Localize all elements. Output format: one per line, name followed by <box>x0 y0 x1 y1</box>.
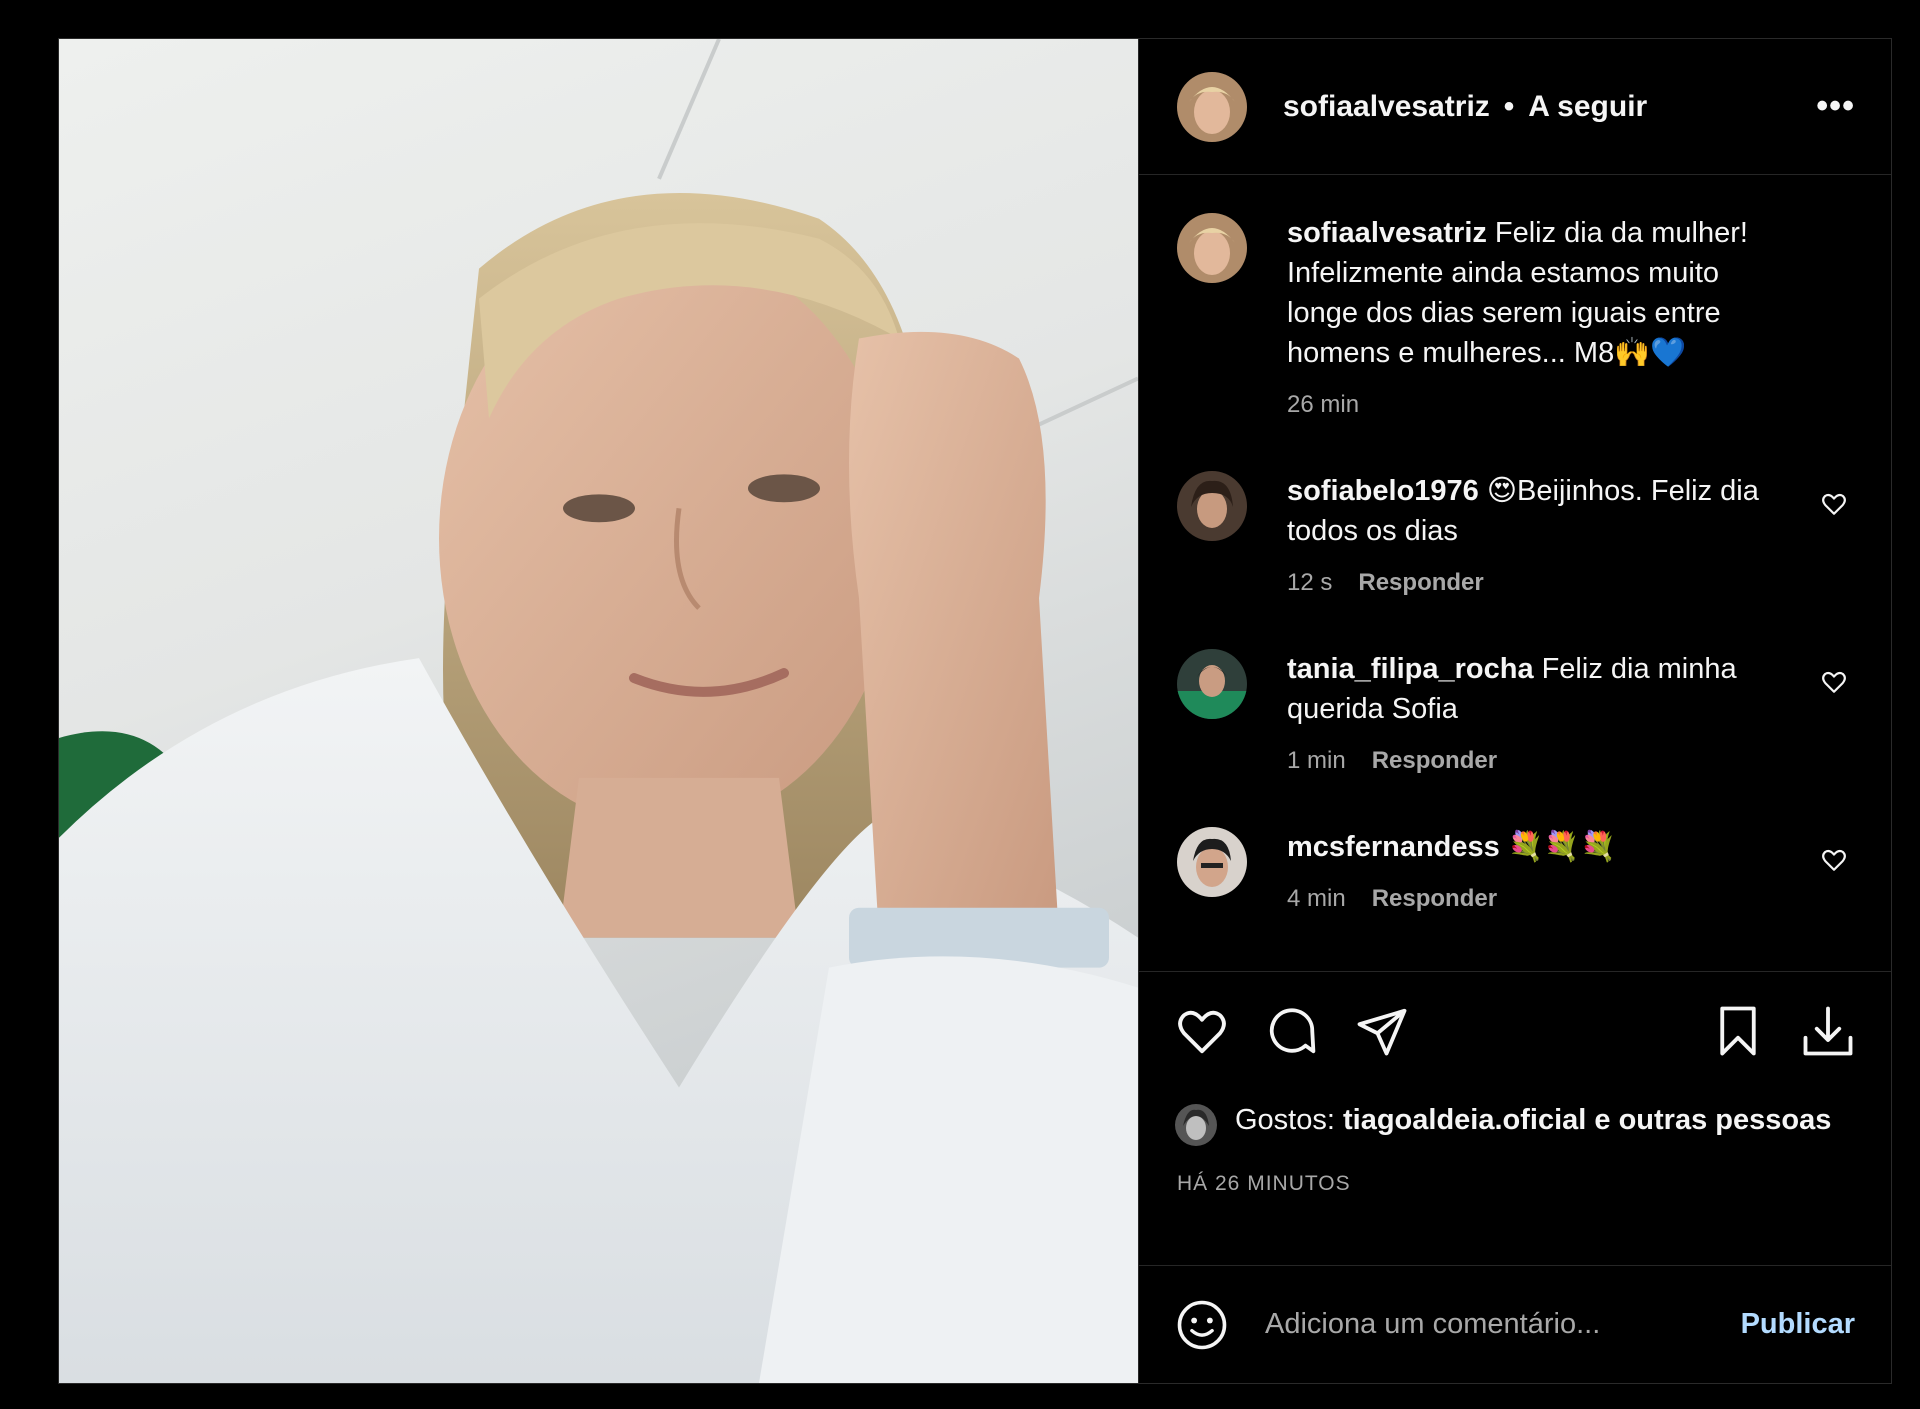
comment-time: 1 min <box>1287 747 1346 774</box>
commenter-avatar[interactable] <box>1177 827 1247 897</box>
liker-username[interactable]: tiagoaldeia.oficial <box>1343 1104 1586 1136</box>
comment-time: 4 min <box>1287 885 1346 912</box>
caption-avatar[interactable] <box>1177 213 1247 283</box>
comments-section[interactable]: sofiaalvesatriz Feliz dia da mulher! Infe… <box>1139 175 1891 972</box>
comment-text: 💐💐💐 <box>1507 831 1617 863</box>
heart-icon[interactable] <box>1175 1004 1229 1058</box>
heart-icon[interactable] <box>1821 847 1847 873</box>
post-photo[interactable] <box>59 39 1138 1383</box>
publish-button[interactable]: Publicar <box>1741 1308 1855 1341</box>
author-avatar[interactable] <box>1177 71 1247 142</box>
bookmark-icon[interactable] <box>1711 1004 1765 1058</box>
smiley-icon[interactable] <box>1175 1298 1229 1352</box>
instagram-post: sofiaalvesatriz • A seguir ••• sofiaalve… <box>58 38 1892 1384</box>
comment-username[interactable]: sofiabelo1976 <box>1287 475 1479 507</box>
post-header: sofiaalvesatriz • A seguir ••• <box>1139 39 1891 175</box>
heart-icon[interactable] <box>1821 491 1847 517</box>
commenter-avatar[interactable] <box>1177 471 1247 541</box>
header-separator: • <box>1503 89 1515 123</box>
comment-username[interactable]: tania_filipa_rocha <box>1287 653 1534 685</box>
following-button[interactable]: A seguir <box>1528 90 1647 124</box>
likes-summary: Gostos: tiagoaldeia.oficial e outras pes… <box>1139 1090 1891 1146</box>
comment-item: tania_filipa_rocha Feliz dia minha querid… <box>1177 649 1855 775</box>
selfie-illustration <box>59 39 1138 1383</box>
add-comment-bar: Publicar <box>1139 1265 1891 1383</box>
author-username[interactable]: sofiaalvesatriz <box>1283 90 1490 124</box>
post-side-panel: sofiaalvesatriz • A seguir ••• sofiaalve… <box>1138 39 1891 1383</box>
commenter-avatar[interactable] <box>1177 649 1247 719</box>
comment-icon[interactable] <box>1265 1004 1319 1058</box>
likes-prefix: Gostos: <box>1235 1104 1343 1136</box>
caption-time: 26 min <box>1287 391 1360 418</box>
download-icon[interactable] <box>1801 1004 1855 1058</box>
comment-username[interactable]: mcsfernandess <box>1287 831 1500 863</box>
reply-button[interactable]: Responder <box>1358 569 1483 597</box>
post-actions <box>1139 972 1891 1090</box>
comment-item: sofiabelo1976 😍Beijinhos. Feliz dia todos… <box>1177 471 1855 597</box>
comment-time: 12 s <box>1287 569 1333 596</box>
reply-button[interactable]: Responder <box>1372 747 1497 775</box>
more-icon[interactable]: ••• <box>1816 87 1855 126</box>
likes-suffix[interactable]: e outras pessoas <box>1586 1104 1831 1136</box>
heart-icon[interactable] <box>1821 669 1847 695</box>
reply-button[interactable]: Responder <box>1372 885 1497 913</box>
liker-avatar[interactable] <box>1175 1104 1217 1146</box>
post-timestamp[interactable]: HÁ 26 MINUTOS <box>1139 1146 1891 1196</box>
comment-item: mcsfernandess 💐💐💐 4 min Responder <box>1177 827 1855 913</box>
caption-username[interactable]: sofiaalvesatriz <box>1287 217 1487 249</box>
post-caption: sofiaalvesatriz Feliz dia da mulher! Infe… <box>1177 213 1855 419</box>
comment-input[interactable] <box>1265 1308 1741 1341</box>
paper-plane-icon[interactable] <box>1355 1004 1409 1058</box>
